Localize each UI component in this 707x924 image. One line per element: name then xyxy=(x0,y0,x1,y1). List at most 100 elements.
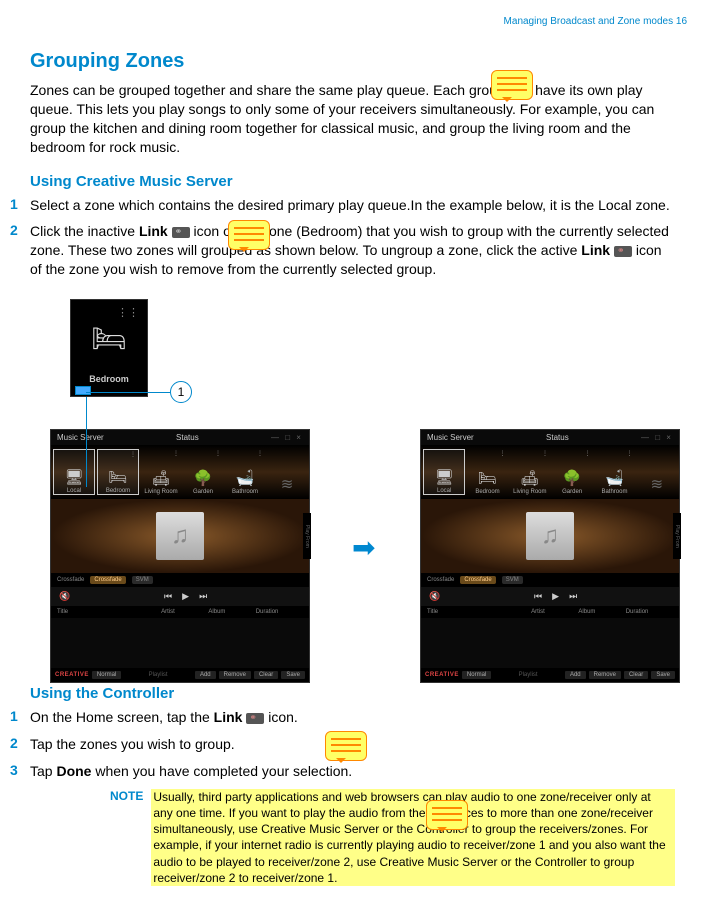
zone-label: Bathroom xyxy=(601,489,627,495)
play-from-tab[interactable]: Play From xyxy=(303,513,311,559)
save-button[interactable]: Save xyxy=(651,671,675,679)
crossfade-button[interactable]: Crossfade xyxy=(90,576,125,584)
footer-bar: CREATIVE Normal Playlist Add Remove Clea… xyxy=(421,668,679,682)
tree-icon: 🌳 xyxy=(563,469,582,487)
zone-living-room[interactable]: ⋮🛋Living Room xyxy=(510,449,550,495)
window-controls[interactable]: — □ × xyxy=(641,433,673,442)
zone-living-room[interactable]: ⋮🛋Living Room xyxy=(141,449,181,495)
playlist-area xyxy=(51,618,309,668)
zone-label: Bedroom xyxy=(106,488,130,494)
zone-label: Bathroom xyxy=(232,489,258,495)
text: Tap xyxy=(30,763,56,779)
col-title[interactable]: Title xyxy=(427,609,531,615)
select-normal[interactable]: Normal xyxy=(92,671,121,679)
zone-local[interactable]: 🖥 Local xyxy=(53,449,95,495)
step-text: Select a zone which contains the desired… xyxy=(30,196,677,215)
col-artist[interactable]: Artist xyxy=(161,609,208,615)
play-from-tab[interactable]: Play From xyxy=(673,513,681,559)
add-button[interactable]: Add xyxy=(565,671,586,679)
volume-icon[interactable]: 🔇 xyxy=(59,591,70,602)
window-controls[interactable]: — □ × xyxy=(271,433,303,442)
bold: Link xyxy=(139,223,168,239)
playlist-header: Title Artist Album Duration xyxy=(51,606,309,618)
album-art-placeholder: ♫ xyxy=(526,512,574,560)
text: Click the inactive xyxy=(30,223,139,239)
col-duration[interactable]: Duration xyxy=(256,609,303,615)
link-icon-inactive xyxy=(172,227,190,238)
crossfade-label: Crossfade xyxy=(427,577,454,583)
col-title[interactable]: Title xyxy=(57,609,161,615)
save-button[interactable]: Save xyxy=(281,671,305,679)
wifi-icon: ⋮ xyxy=(215,450,221,457)
comment-icon[interactable] xyxy=(426,800,468,830)
add-button[interactable]: Add xyxy=(195,671,216,679)
clear-button[interactable]: Clear xyxy=(254,671,278,679)
bath-icon: 🛁 xyxy=(605,469,624,487)
transport-bar: 🔇 ⏮ ▶ ⏭ xyxy=(421,587,679,606)
next-button[interactable]: ⏭ xyxy=(569,591,577,602)
prev-button[interactable]: ⏮ xyxy=(164,591,172,602)
zone-local[interactable]: 🖥Local xyxy=(423,449,465,495)
text: when you have completed your selection. xyxy=(91,763,352,779)
tree-icon: 🌳 xyxy=(194,469,213,487)
comment-icon[interactable] xyxy=(325,731,367,761)
comment-icon[interactable] xyxy=(228,220,270,250)
remove-button[interactable]: Remove xyxy=(589,671,621,679)
status-label: Status xyxy=(546,433,569,442)
brand-logo: CREATIVE xyxy=(55,672,89,678)
zone-bedroom[interactable]: ⋮🛏Bedroom xyxy=(467,449,507,495)
music-server-before: Music Server Status — □ × 🖥 Local ⋮ 🛏 Bedro… xyxy=(50,429,310,683)
note-label: NOTE xyxy=(110,789,143,886)
play-button[interactable]: ▶ xyxy=(182,591,189,602)
bed-icon: 🛏 xyxy=(108,468,127,486)
title-bar: Music Server Status — □ × xyxy=(51,430,309,445)
zone-row: 🖥Local ⋮🛏Bedroom ⋮🛋Living Room ⋮🌳Garden … xyxy=(51,445,309,499)
crossfade-button[interactable]: Crossfade xyxy=(460,576,495,584)
zone-bathroom[interactable]: ⋮🛁Bathroom xyxy=(594,449,634,495)
next-button[interactable]: ⏭ xyxy=(199,591,207,602)
wifi-icon: ⋮⋮ xyxy=(117,306,139,319)
select-normal[interactable]: Normal xyxy=(462,671,491,679)
zone-bathroom[interactable]: ⋮🛁Bathroom xyxy=(225,449,265,495)
play-button[interactable]: ▶ xyxy=(552,591,559,602)
step-number: 1 xyxy=(10,196,30,215)
bed-icon: 🛏 xyxy=(478,469,497,487)
prev-button[interactable]: ⏮ xyxy=(534,591,542,602)
monitor-icon: 🖥 xyxy=(64,468,83,486)
col-duration[interactable]: Duration xyxy=(626,609,673,615)
bath-icon: 🛁 xyxy=(236,469,255,487)
brand-logo: CREATIVE xyxy=(425,672,459,678)
zone-garden[interactable]: ⋮🌳Garden xyxy=(183,449,223,495)
bold: Link xyxy=(581,242,610,258)
col-artist[interactable]: Artist xyxy=(531,609,578,615)
comment-icon[interactable] xyxy=(491,70,533,100)
wifi-icon: ⋮ xyxy=(130,451,136,458)
clear-button[interactable]: Clear xyxy=(624,671,648,679)
col-album[interactable]: Album xyxy=(578,609,625,615)
callout-number: 1 xyxy=(170,381,192,403)
title-bar: Music Server Status — □ × xyxy=(421,430,679,445)
wifi-icon: ⋮ xyxy=(584,450,590,457)
zone-label: Local xyxy=(67,488,81,494)
svm-button[interactable]: SVM xyxy=(132,576,153,584)
step-text: Tap Done when you have completed your se… xyxy=(30,762,677,781)
step-2: 2 Click the inactive Link icon of the zo… xyxy=(10,222,677,279)
zone-bedroom[interactable]: ⋮ 🛏 Bedroom xyxy=(97,449,139,495)
step-number: 3 xyxy=(10,762,30,781)
wifi-icon: ⋮ xyxy=(500,450,506,457)
sofa-icon: 🛋 xyxy=(520,469,539,487)
link-icon[interactable] xyxy=(75,386,91,395)
zone-label: Bedroom xyxy=(89,374,129,384)
zone-garden[interactable]: ⋮🌳Garden xyxy=(552,449,592,495)
playlist-header: Title Artist Album Duration xyxy=(421,606,679,618)
app-title: Music Server xyxy=(427,433,474,442)
col-album[interactable]: Album xyxy=(208,609,255,615)
zone-wifi[interactable]: ≋ xyxy=(637,449,677,495)
link-icon xyxy=(246,713,264,724)
volume-icon[interactable]: 🔇 xyxy=(429,591,440,602)
remove-button[interactable]: Remove xyxy=(219,671,251,679)
crossfade-row: Crossfade Crossfade SVM xyxy=(421,573,679,587)
zone-label: Living Room xyxy=(513,489,546,495)
zone-wifi[interactable]: ≋ xyxy=(267,449,307,495)
svm-button[interactable]: SVM xyxy=(502,576,523,584)
